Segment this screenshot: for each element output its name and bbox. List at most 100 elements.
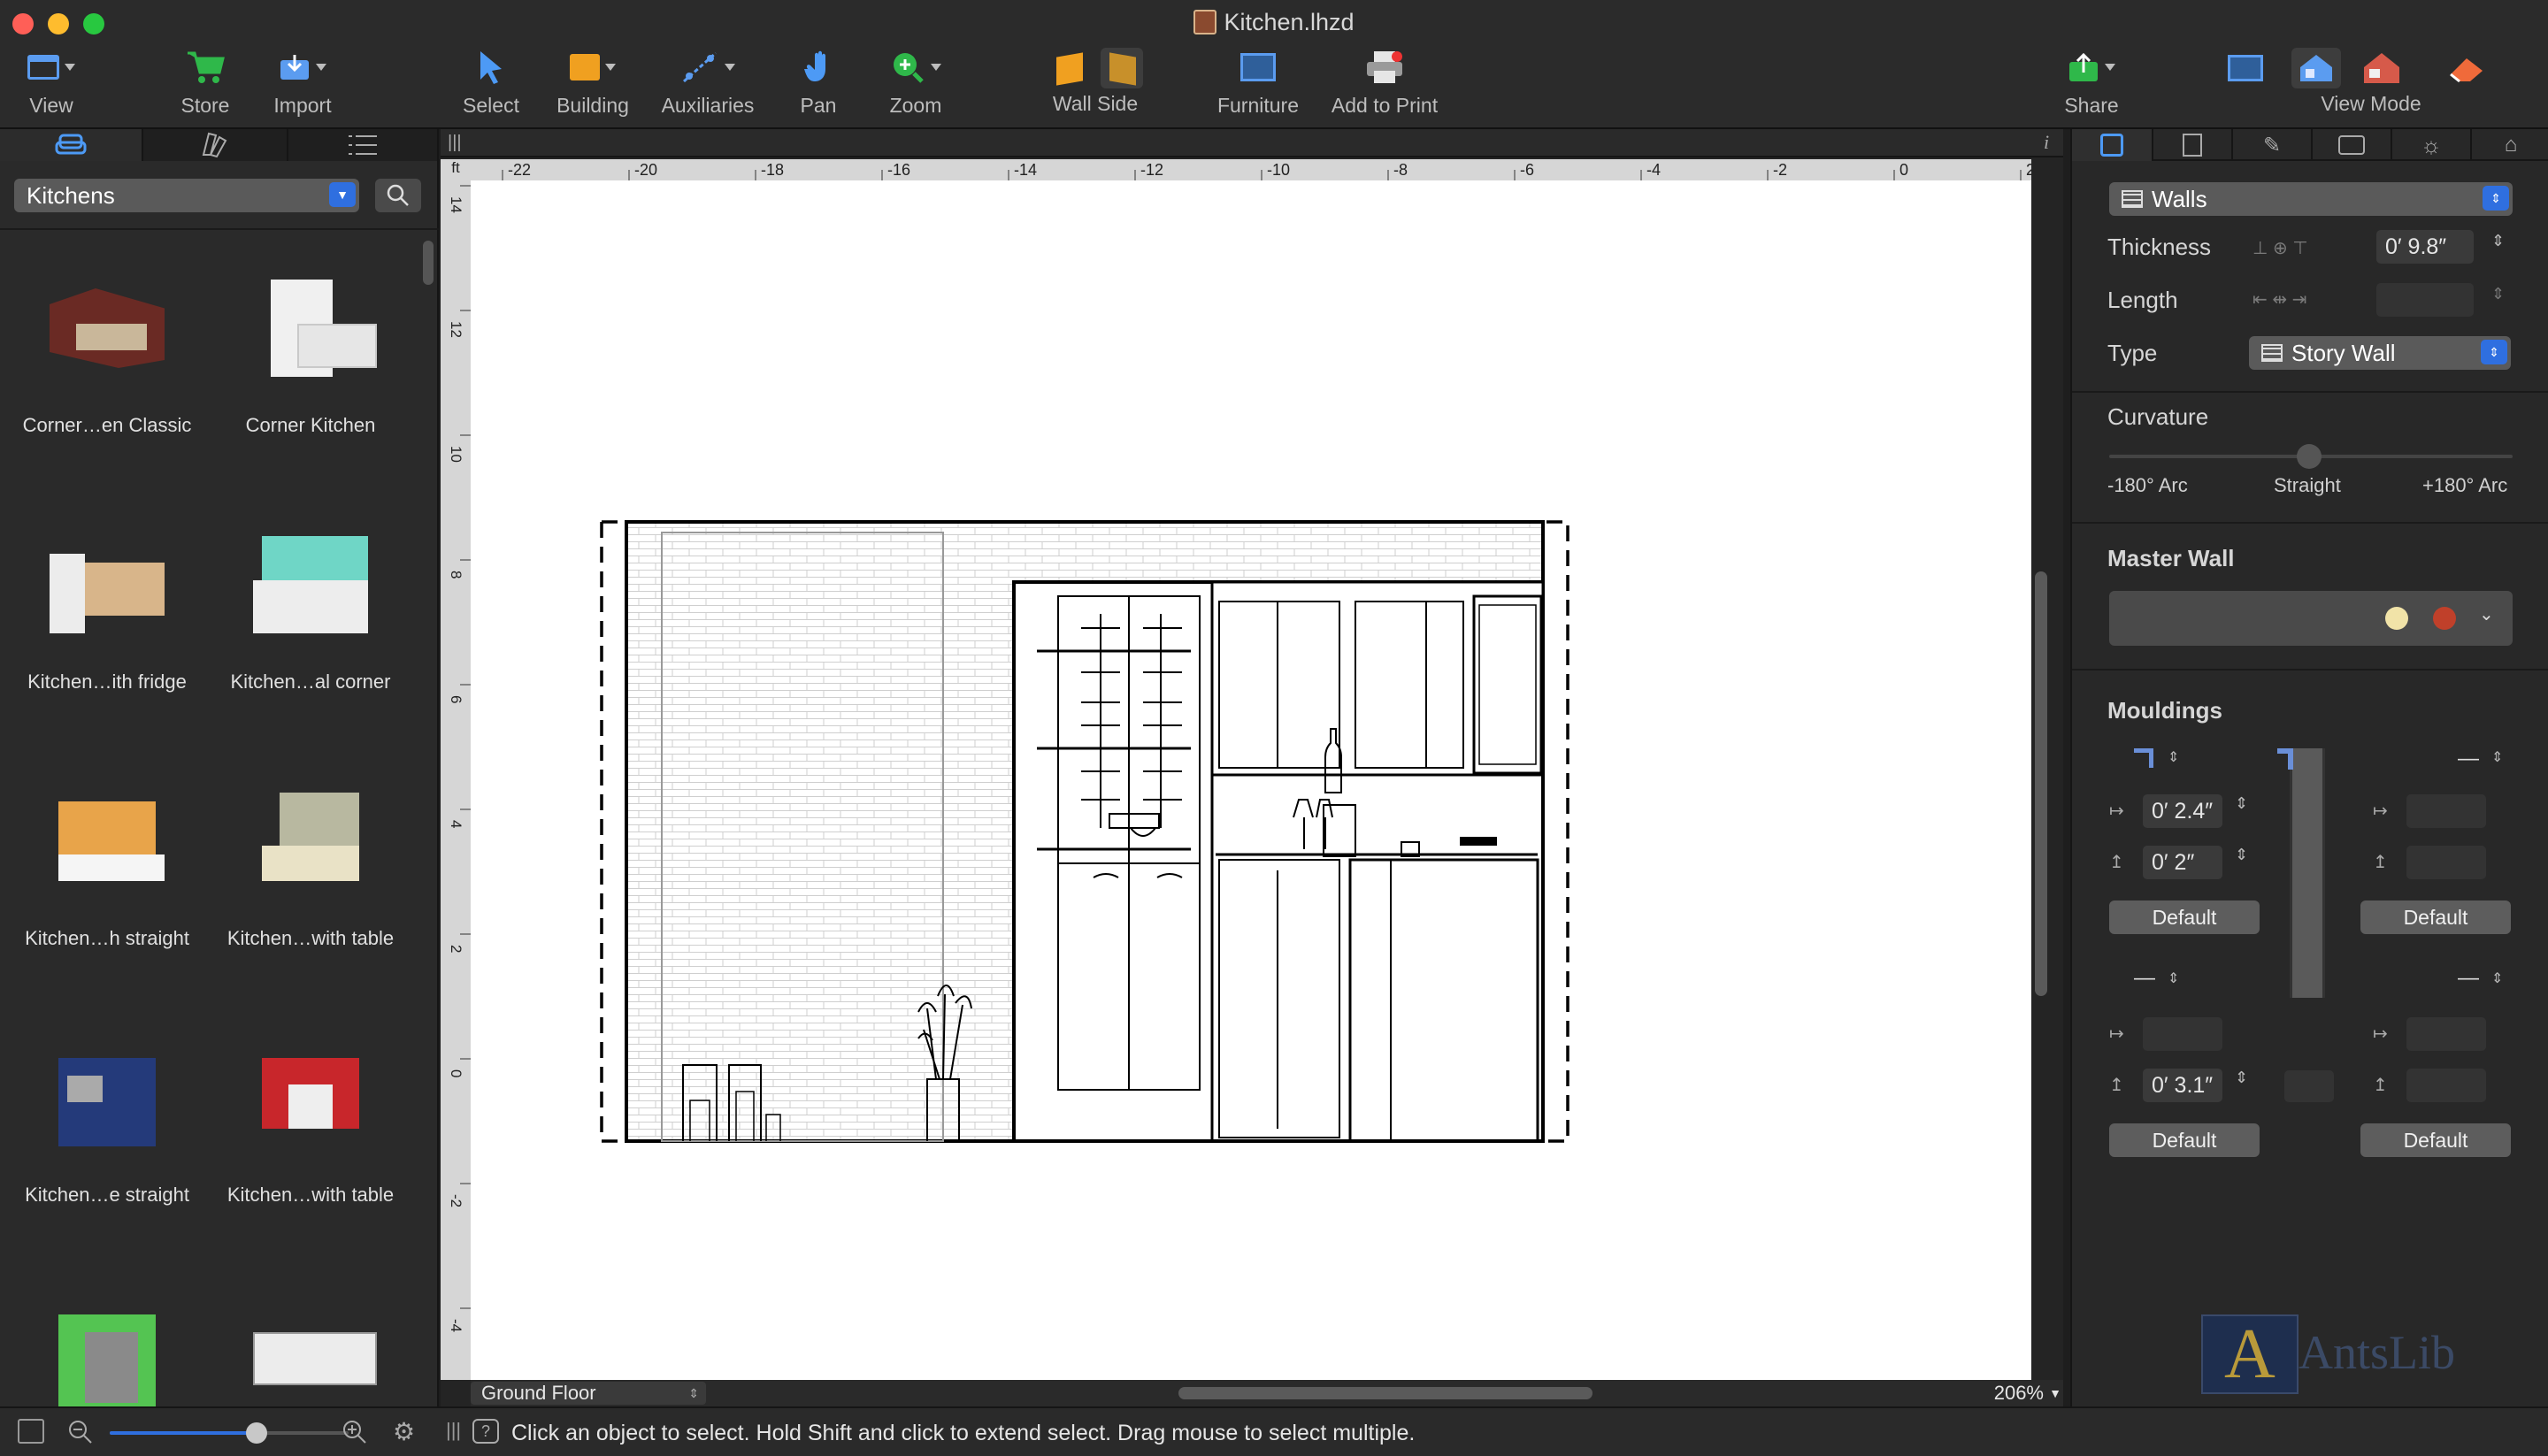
ruler-tick-label: -12 [1140,161,1163,179]
width-icon: ↦ [2373,1024,2388,1044]
settings-gear-icon[interactable]: ⚙ [393,1417,415,1446]
tab-building[interactable]: ⌂ [2470,129,2548,161]
tab-materials[interactable] [143,129,288,161]
zoom-slider[interactable] [110,1431,349,1435]
info-icon[interactable]: i [2044,131,2049,154]
default-button[interactable]: Default [2109,900,2260,934]
thickness-field[interactable]: 0′ 9.8″ [2376,230,2474,264]
select-tool[interactable]: Select [456,46,526,118]
moulding-top-height-field[interactable]: 0′ 2″ [2143,846,2222,879]
drag-handle-icon[interactable]: ||| [446,1419,461,1442]
divider [0,228,439,230]
share-button[interactable]: Share [2054,46,2129,118]
zoom-in-icon[interactable] [342,1419,368,1445]
import-button[interactable]: Import [267,46,338,118]
wall-side-label: Wall Side [1052,92,1139,115]
floor-selector[interactable]: Ground Floor ⇕ [471,1382,706,1405]
help-icon[interactable]: ? [472,1419,499,1444]
default-button[interactable]: Default [2360,1123,2511,1157]
curvature-slider-thumb[interactable] [2297,444,2322,469]
moulding-bottom-right-width-field[interactable] [2406,1017,2486,1051]
zoom-tool[interactable]: Zoom [876,46,956,118]
house-3d-icon[interactable] [2362,51,2401,85]
tab-list[interactable] [288,129,439,161]
library-item[interactable]: Kitchen…e straight [5,1040,209,1207]
updown-icon[interactable]: ⇕ [2491,969,2503,987]
default-button[interactable]: Default [2109,1123,2260,1157]
moulding-top-right-width-field[interactable] [2406,794,2486,828]
kitchen-thumbnail [41,784,173,908]
updown-icon[interactable]: ⇕ [2168,969,2179,987]
moulding-bottom-right-height-field[interactable] [2406,1069,2486,1102]
ruler-tick-label: 0 [1899,161,1908,179]
chevron-down-icon[interactable]: ⌄ [2479,603,2494,625]
ruler-background [471,159,2031,180]
eraser-icon[interactable] [2447,53,2486,83]
view-button[interactable]: View [16,46,87,118]
image-icon[interactable] [18,1419,44,1444]
add-to-print-button[interactable]: Add to Print [1327,46,1442,118]
library-scrollbar[interactable] [423,241,434,285]
library-item[interactable]: Kitchen…h straight [5,784,209,950]
stepper-icon[interactable]: ⇕ [2235,1069,2248,1087]
canvas-header-bar: ||| i [441,129,2063,157]
tab-furniture-library[interactable] [0,129,143,161]
default-button[interactable]: Default [2360,900,2511,934]
library-item[interactable]: Corner…en Classic [5,271,209,437]
auxiliaries-tool[interactable]: Auxiliaries [655,46,761,118]
library-item[interactable]: Kitchen…al corner [209,527,412,694]
library-item[interactable]: Kitchen…ith fridge [5,527,209,694]
moulding-top-width-field[interactable]: 0′ 2.4″ [2143,794,2222,828]
moulding-top-right-height-field[interactable] [2406,846,2486,879]
updown-icon[interactable]: ⇕ [2168,748,2179,766]
tab-edit[interactable]: ✎ [2231,129,2311,161]
vertical-scrollbar[interactable] [2035,571,2047,996]
stepper-icon[interactable]: ⇕ [2235,846,2248,864]
zoom-slider-thumb[interactable] [246,1422,267,1444]
moulding-crown-icon[interactable] [2134,748,2153,768]
object-type-dropdown[interactable]: Walls ⇕ [2109,182,2513,216]
wall-type-dropdown[interactable]: Story Wall ⇕ [2249,336,2511,370]
library-item[interactable]: Kitchen…with table [209,784,412,950]
library-item[interactable]: Corner Kitchen [209,271,412,437]
tab-light[interactable]: ☼ [2391,129,2470,161]
stepper-icon[interactable]: ⇕ [2235,794,2248,813]
color-swatch-red[interactable] [2433,607,2456,630]
curvature-max-label: +180° Arc [2422,474,2508,496]
align-icons[interactable]: ⊥ ⊕ ⊤ [2253,237,2308,259]
watermark-logo: A AntsLib [2201,1314,2529,1403]
furniture-button[interactable]: Furniture [1214,46,1302,118]
updown-icon[interactable]: ⇕ [2491,748,2503,766]
length-field[interactable] [2376,283,2474,317]
library-item[interactable] [5,1297,209,1421]
height-icon: ↥ [2109,853,2124,872]
thickness-stepper[interactable]: ⇕ [2491,232,2505,250]
horizontal-scrollbar[interactable] [1178,1387,1592,1399]
moulding-none-icon[interactable]: — [2134,966,2155,991]
view-mode-2d-icon[interactable] [2228,55,2263,81]
search-button[interactable] [375,179,421,212]
master-wall-selector[interactable]: ⌄ [2109,591,2513,646]
tab-camera[interactable] [2311,129,2391,161]
mirror-button[interactable] [2284,1070,2334,1102]
tab-paint[interactable] [2152,129,2231,161]
moulding-none-icon[interactable]: — [2458,966,2479,991]
length-stepper[interactable]: ⇕ [2491,285,2505,303]
category-dropdown[interactable]: Kitchens ▼ [14,179,359,212]
zoom-level[interactable]: 206% ▼ [1982,1382,2065,1405]
library-item[interactable]: Kitchen…with table [209,1040,412,1207]
ruler-tick-label: -4 [1646,161,1661,179]
library-item[interactable] [209,1297,412,1421]
store-button[interactable]: Store [170,46,241,118]
building-tool[interactable]: Building [549,46,637,118]
pan-tool[interactable]: Pan [783,46,854,118]
moulding-bottom-width-field[interactable] [2143,1017,2222,1051]
drag-handle-icon[interactable]: ||| [448,133,462,153]
color-swatch-cream[interactable] [2385,607,2408,630]
zoom-out-icon[interactable] [67,1419,94,1445]
wall-side-left-icon[interactable] [1056,52,1083,86]
tab-object[interactable] [2072,129,2152,161]
moulding-none-icon[interactable]: — [2458,747,2479,771]
length-align-icons[interactable]: ⇤ ⇹ ⇥ [2253,288,2306,310]
moulding-bottom-height-field[interactable]: 0′ 3.1″ [2143,1069,2222,1102]
